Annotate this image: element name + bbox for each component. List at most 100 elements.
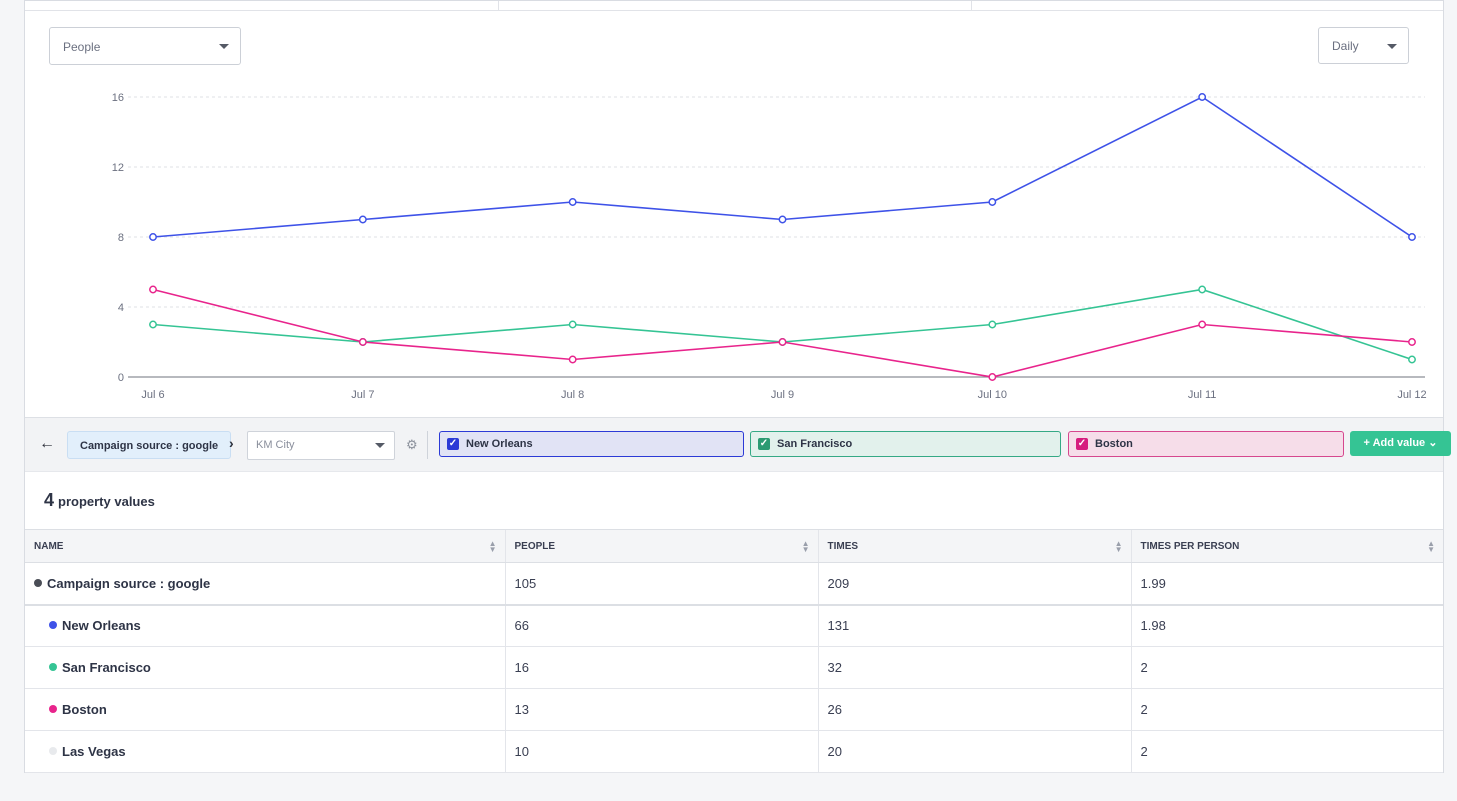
data-point (1198, 320, 1207, 329)
column-header-name[interactable]: NAME ▲ ▼ (25, 529, 505, 563)
table-row[interactable]: San Francisco 16 32 2 (25, 646, 1443, 689)
y-tick-label: 12 (112, 162, 124, 174)
column-header-times[interactable]: TIMES ▲ ▼ (817, 529, 1131, 563)
metric-select-value: People (63, 40, 101, 54)
table-row[interactable]: New Orleans 66 131 1.98 (25, 604, 1443, 647)
dot-icon (49, 621, 57, 630)
count-number: 4 (44, 490, 55, 510)
interval-select[interactable]: Daily (1318, 27, 1409, 64)
x-tick-label: Jul 11 (1188, 389, 1217, 401)
checkbox-checked-icon[interactable]: ✓ (447, 438, 459, 450)
count-label: property values (58, 494, 155, 509)
data-point (149, 233, 157, 241)
y-tick-label: 0 (118, 372, 124, 384)
cell-times-per-person: 2 (1130, 730, 1443, 773)
data-point (568, 198, 577, 206)
table-row-parent[interactable]: Campaign source : google 105 209 1.99 (25, 562, 1443, 606)
checkbox-checked-icon[interactable]: ✓ (758, 438, 770, 450)
chip-label: New Orleans (466, 438, 533, 450)
row-name: Las Vegas (62, 744, 126, 759)
table-row[interactable]: Boston 13 26 2 (25, 688, 1443, 731)
data-point (1408, 338, 1416, 346)
breadcrumb-segment[interactable]: Campaign source : google (67, 431, 232, 459)
cell-name: New Orleans (25, 604, 505, 647)
segment-controls: ← Campaign source : google › KM City ⚙ ✓… (25, 417, 1451, 472)
gear-icon[interactable]: ⚙ (406, 437, 418, 453)
column-header-people[interactable]: PEOPLE ▲ ▼ (504, 529, 818, 563)
y-tick-label: 16 (112, 92, 124, 104)
table-row[interactable]: Las Vegas 10 20 2 (25, 730, 1443, 773)
property-select-placeholder: KM City (256, 439, 295, 451)
row-name: New Orleans (62, 618, 141, 634)
value-chip-boston[interactable]: ✓ Boston (1068, 431, 1344, 457)
header-label: TIMES (827, 540, 859, 552)
property-select[interactable]: KM City (247, 431, 395, 460)
data-point (149, 285, 157, 294)
y-tick-label: 4 (118, 302, 124, 314)
x-tick-label: Jul 9 (771, 389, 794, 401)
cell-people: 105 (504, 562, 818, 606)
cell-name: Campaign source : google (25, 562, 505, 606)
data-point (568, 355, 577, 364)
cell-times-per-person: 1.99 (1130, 562, 1443, 606)
cell-times: 209 (817, 562, 1131, 606)
strip-divider (498, 1, 499, 11)
cell-people: 13 (504, 688, 818, 731)
series-line (152, 288, 1413, 361)
chip-label: Boston (1095, 438, 1133, 450)
data-point (1408, 233, 1416, 241)
line-chart: 0 4 8 12 16 Jul 6 Jul 7 Jul 8 Jul 9 Jul 10 Jul 11 J… (112, 92, 1427, 401)
interval-select-value: Daily (1332, 39, 1359, 53)
add-value-button[interactable]: + Add value ⌄ (1350, 431, 1451, 456)
data-point (149, 320, 157, 329)
row-name: Boston (62, 702, 107, 717)
sort-icon[interactable]: ▲ ▼ (489, 540, 497, 554)
metric-select[interactable]: People (49, 27, 241, 65)
row-name: San Francisco (62, 660, 151, 675)
y-tick-label: 8 (118, 232, 124, 244)
divider (427, 431, 428, 459)
property-value-count: 4 property values (44, 490, 155, 511)
caret-down-icon (219, 44, 229, 49)
sort-icon[interactable]: ▲ ▼ (1115, 540, 1123, 554)
cell-times-per-person: 2 (1130, 646, 1443, 689)
dot-icon (49, 747, 57, 755)
dot-icon (49, 663, 57, 671)
data-point (1198, 285, 1207, 294)
top-strip (25, 1, 1443, 11)
value-chip-san-francisco[interactable]: ✓ San Francisco (750, 431, 1061, 457)
sort-icon[interactable]: ▲ ▼ (802, 540, 810, 554)
column-header-times-per-person[interactable]: TIMES PER PERSON ▲ ▼ (1130, 529, 1443, 563)
x-tick-label: Jul 7 (351, 389, 374, 401)
x-tick-label: Jul 6 (141, 389, 164, 401)
value-chip-new-orleans[interactable]: ✓ New Orleans (439, 431, 744, 457)
cell-times-per-person: 1.98 (1130, 604, 1443, 647)
data-point (358, 215, 367, 224)
row-name: Campaign source : google (47, 575, 211, 591)
table-header-row: NAME ▲ ▼ PEOPLE ▲ ▼ TIMES ▲ ▼ TIMES PER PERSON… (25, 529, 1443, 563)
x-tick-label: Jul 12 (1397, 389, 1426, 401)
chevron-right-icon: › (229, 435, 234, 451)
x-tick-label: Jul 10 (978, 389, 1007, 401)
x-tick-label: Jul 8 (561, 389, 584, 401)
chevron-down-icon: ⌄ (1428, 437, 1438, 449)
cell-times: 26 (817, 688, 1131, 731)
data-point (1408, 355, 1416, 364)
cell-people: 66 (504, 604, 818, 647)
sort-icon[interactable]: ▲ ▼ (1427, 540, 1435, 554)
arrow-left-icon[interactable]: ← (39, 435, 55, 453)
cell-name: San Francisco (25, 646, 505, 689)
data-point (988, 320, 997, 329)
cell-name: Las Vegas (25, 730, 505, 773)
header-label: NAME (34, 540, 64, 552)
cell-times: 32 (817, 646, 1131, 689)
cell-times: 20 (817, 730, 1131, 773)
strip-divider (971, 1, 972, 11)
data-point (988, 373, 997, 381)
cell-times: 131 (817, 604, 1131, 647)
data-point (778, 215, 787, 224)
report-panel: People Daily 0 4 8 12 16 Jul 6 Jul 7 Jul 8 Jul 9… (24, 0, 1451, 773)
caret-down-icon (375, 443, 385, 448)
header-label: TIMES PER PERSON (1140, 540, 1240, 552)
checkbox-checked-icon[interactable]: ✓ (1076, 438, 1088, 450)
